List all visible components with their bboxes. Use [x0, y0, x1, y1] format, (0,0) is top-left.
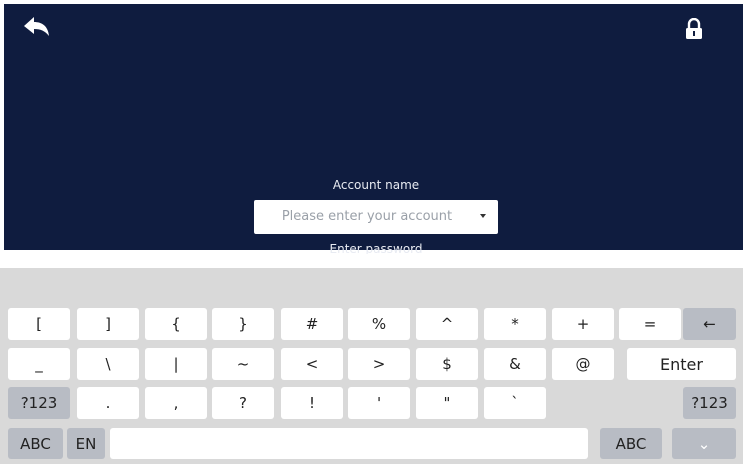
account-placeholder: Please enter your account: [281, 209, 453, 224]
key[interactable]: ~: [212, 348, 274, 380]
backspace-key[interactable]: ←: [683, 308, 736, 340]
account-name-label: Account name: [332, 178, 420, 192]
key[interactable]: {: [145, 308, 207, 340]
key[interactable]: .: [77, 387, 139, 419]
key[interactable]: ': [348, 387, 410, 419]
collapse-keyboard-key[interactable]: ⌄: [672, 428, 736, 459]
key[interactable]: ?: [212, 387, 274, 419]
symbols-toggle-key-right[interactable]: ?123: [683, 387, 736, 419]
backspace-arrow-icon: ←: [703, 315, 716, 333]
key[interactable]: #: [281, 308, 343, 340]
key[interactable]: %: [348, 308, 410, 340]
onscreen-keyboard: [ ] { } # % ^ * + = ← _ \ | ~ < > $ & @ …: [0, 268, 743, 464]
key[interactable]: +: [552, 308, 614, 340]
key[interactable]: <: [281, 348, 343, 380]
key[interactable]: |: [145, 348, 207, 380]
key[interactable]: >: [348, 348, 410, 380]
key[interactable]: ": [416, 387, 478, 419]
symbols-toggle-key-left[interactable]: ?123: [8, 387, 70, 419]
key[interactable]: ^: [416, 308, 478, 340]
key[interactable]: _: [8, 348, 70, 380]
language-key[interactable]: EN: [67, 428, 105, 459]
key[interactable]: &: [484, 348, 546, 380]
abc-key-left[interactable]: ABC: [8, 428, 63, 459]
back-button[interactable]: [22, 14, 52, 42]
dropdown-caret-icon: [480, 214, 486, 218]
enter-key[interactable]: Enter: [627, 348, 736, 380]
abc-key-right[interactable]: ABC: [600, 428, 662, 459]
key[interactable]: =: [619, 308, 681, 340]
key[interactable]: *: [484, 308, 546, 340]
password-label: Enter password: [329, 242, 423, 254]
key[interactable]: `: [484, 387, 546, 419]
key[interactable]: \: [77, 348, 139, 380]
key[interactable]: [: [8, 308, 70, 340]
key[interactable]: $: [416, 348, 478, 380]
space-key[interactable]: [110, 428, 588, 459]
account-select[interactable]: Please enter your account: [254, 200, 498, 234]
key[interactable]: }: [212, 308, 274, 340]
key[interactable]: ]: [77, 308, 139, 340]
key[interactable]: @: [552, 348, 614, 380]
key[interactable]: !: [281, 387, 343, 419]
chevron-down-icon: ⌄: [697, 434, 711, 453]
key[interactable]: ,: [145, 387, 207, 419]
back-arrow-icon: [24, 17, 49, 36]
lock-icon[interactable]: [684, 17, 704, 40]
login-header-panel: Account name Please enter your account E…: [4, 4, 743, 254]
